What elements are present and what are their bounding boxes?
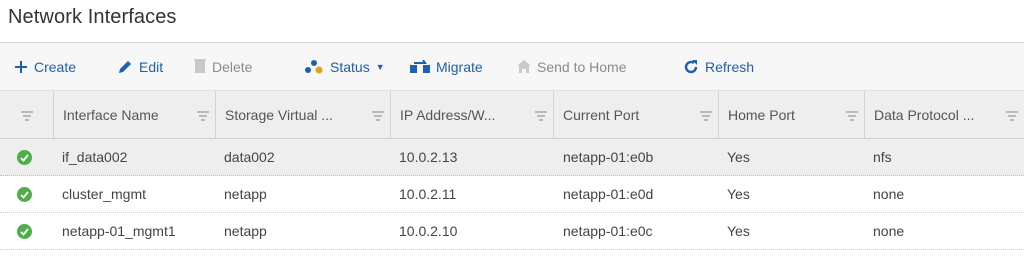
cell-current-port: netapp-01:e0d xyxy=(563,186,654,202)
column-header-storage-virtual-machine[interactable]: Storage Virtual ... xyxy=(215,91,390,138)
status-ok-icon xyxy=(17,150,32,165)
filter-icon[interactable] xyxy=(535,108,547,124)
migrate-button[interactable]: Migrate xyxy=(410,43,483,90)
refresh-icon xyxy=(683,59,699,75)
interfaces-table: Interface Name Storage Virtual ... IP Ad… xyxy=(0,91,1024,250)
cell-home-port: Yes xyxy=(727,186,750,202)
filter-icon[interactable] xyxy=(700,108,712,124)
cell-svm: netapp xyxy=(224,223,267,239)
page-title: Network Interfaces xyxy=(8,6,177,28)
cell-interface-name: if_data002 xyxy=(62,149,128,165)
column-header-ip-address[interactable]: IP Address/W... xyxy=(390,91,553,138)
column-header-current-port[interactable]: Current Port xyxy=(553,91,718,138)
cell-interface-name: cluster_mgmt xyxy=(62,186,147,202)
cell-home-port: Yes xyxy=(727,149,750,165)
plus-icon xyxy=(14,60,28,74)
filter-icon[interactable] xyxy=(1006,108,1018,124)
create-label: Create xyxy=(34,58,77,75)
table-header: Interface Name Storage Virtual ... IP Ad… xyxy=(0,91,1024,139)
table-row[interactable]: cluster_mgmt netapp 10.0.2.11 netapp-01:… xyxy=(0,176,1024,213)
create-button[interactable]: Create xyxy=(14,43,76,90)
cell-ip-address: 10.0.2.11 xyxy=(399,186,457,202)
cell-current-port: netapp-01:e0b xyxy=(563,149,654,165)
migrate-label: Migrate xyxy=(436,58,483,75)
pencil-icon xyxy=(117,59,133,75)
caret-down-icon: ▼ xyxy=(375,61,385,72)
home-icon xyxy=(517,60,531,73)
refresh-button[interactable]: Refresh xyxy=(683,43,754,90)
edit-button[interactable]: Edit xyxy=(117,43,163,90)
filter-icon[interactable] xyxy=(372,108,384,124)
column-header-home-port[interactable]: Home Port xyxy=(718,91,864,138)
cell-current-port: netapp-01:e0c xyxy=(563,223,653,239)
send-to-home-button[interactable]: Send to Home xyxy=(517,43,627,90)
cell-home-port: Yes xyxy=(727,223,750,239)
table-row[interactable]: netapp-01_mgmt1 netapp 10.0.2.10 netapp-… xyxy=(0,213,1024,250)
column-header-data-protocol[interactable]: Data Protocol ... xyxy=(864,91,1024,138)
cell-svm: netapp xyxy=(224,186,267,202)
cell-data-protocol: none xyxy=(873,223,905,239)
network-interfaces-panel: Create Edit Delete Status ▼ Migrate Send… xyxy=(0,42,1024,271)
migrate-icon xyxy=(410,59,430,74)
filter-icon[interactable] xyxy=(846,108,858,124)
filter-icon[interactable] xyxy=(197,108,209,124)
column-header-interface-name[interactable]: Interface Name xyxy=(53,91,215,138)
cell-interface-name: netapp-01_mgmt1 xyxy=(62,223,176,239)
cell-ip-address: 10.0.2.13 xyxy=(399,149,458,165)
cell-ip-address: 10.0.2.10 xyxy=(399,223,458,239)
table-row[interactable]: if_data002 data002 10.0.2.13 netapp-01:e… xyxy=(0,139,1024,176)
cluster-icon xyxy=(304,59,324,74)
status-ok-icon xyxy=(17,224,32,239)
filter-icon[interactable] xyxy=(21,108,33,124)
toolbar: Create Edit Delete Status ▼ Migrate Send… xyxy=(0,43,1024,91)
cell-data-protocol: none xyxy=(873,186,905,202)
cell-data-protocol: nfs xyxy=(873,149,892,165)
send-to-home-label: Send to Home xyxy=(537,58,627,75)
status-label: Status xyxy=(330,58,370,75)
status-ok-icon xyxy=(17,187,32,202)
delete-label: Delete xyxy=(212,58,253,75)
status-dropdown[interactable]: Status ▼ xyxy=(304,43,385,90)
refresh-label: Refresh xyxy=(705,58,755,75)
delete-button[interactable]: Delete xyxy=(194,43,252,90)
trash-icon xyxy=(194,59,206,74)
column-header-status[interactable] xyxy=(0,91,53,138)
cell-svm: data002 xyxy=(224,149,275,165)
edit-label: Edit xyxy=(139,58,164,75)
